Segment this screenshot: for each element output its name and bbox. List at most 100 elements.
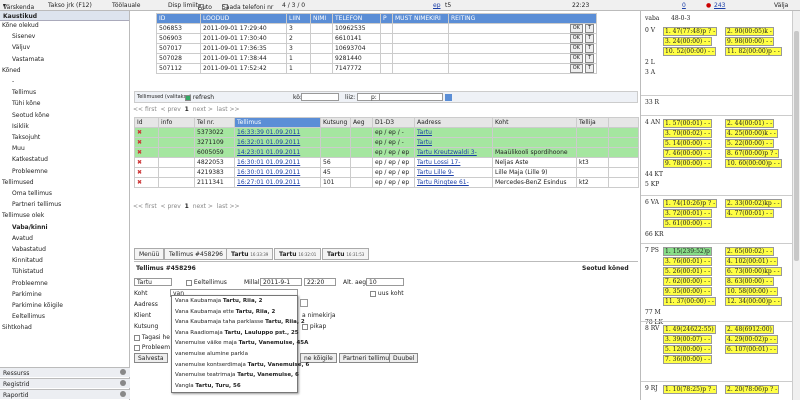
taxi-entry[interactable]: 11. 82(00:00)p - - (725, 47, 782, 56)
taxi-entry[interactable]: 2. 33(00:02)kp - - (725, 199, 782, 208)
sidebar-item[interactable]: Probleemne (12, 280, 48, 287)
pickup-checkbox[interactable]: pikap (302, 323, 326, 330)
sidebar-item[interactable]: Tellimus (12, 89, 36, 96)
taxi-entry[interactable]: 4. 77(00:01) - - (725, 209, 775, 218)
sidebar-item[interactable]: Parkimine (12, 291, 42, 298)
orders-column-header[interactable]: Tel nr. (194, 117, 235, 128)
date-input[interactable]: 2011-9-1 (260, 278, 302, 286)
sidebar-item[interactable]: Eeltellimus (12, 313, 45, 320)
tab-order[interactable]: Tellimus #458296 (164, 248, 228, 260)
count-link[interactable]: 243 (714, 2, 725, 9)
address-link[interactable]: Tartu Ringtee 61- (414, 177, 493, 188)
taxi-entry[interactable]: 5. 12(00:00) - - (663, 345, 713, 354)
calls-column-header[interactable]: NIMI (310, 13, 333, 24)
taxi-entry[interactable]: 3. 70(00:02) - - (663, 129, 713, 138)
taxi-entry[interactable]: 2. 90(00:05)k - (725, 27, 774, 36)
orders-column-header[interactable]: Kutsung (320, 117, 351, 128)
scrollbar-thumb[interactable] (794, 31, 799, 261)
taxi-entry[interactable]: 1. 49(24622:55) (663, 325, 716, 334)
table-row[interactable]: ✖ 3271109 16:32:01 01.09.2011 ep / ep / - Ta… (134, 137, 639, 148)
taxi-entry[interactable]: 2. 48(6912:00) (725, 325, 774, 334)
order-time-link[interactable]: 16:27:01 01.09.2011 (234, 177, 321, 188)
sidebar-item[interactable]: Muu (12, 145, 25, 152)
sidebar-item[interactable]: Tellimuse olek (2, 212, 44, 219)
taxi-entry[interactable]: 9. 78(00:00) - - (663, 159, 713, 168)
table-row[interactable]: 507028 2011-09-01 17:38:44 1 9281440 OK T (156, 53, 597, 64)
taxi-entry[interactable]: 5. 61(00:00) - - (663, 219, 713, 228)
sidebar-item[interactable]: Probleemne (12, 168, 48, 175)
address-link[interactable]: Tartu (414, 137, 493, 148)
table-row[interactable]: ✖ 5373022 16:33:39 01.09.2011 ep / ep / - Ta… (134, 127, 639, 138)
order-time-link[interactable]: 16:33:39 01.09.2011 (234, 127, 321, 138)
delete-icon[interactable]: ✖ (134, 127, 159, 138)
expand-icon[interactable] (120, 391, 126, 397)
pager-next[interactable]: next > (193, 203, 213, 210)
autocomplete-option[interactable]: Vana Raadiomaja Tartu, Lauluppo pst., 25 (175, 330, 299, 336)
duplicate-button[interactable]: Duubel (389, 353, 419, 363)
delete-icon[interactable]: ✖ (134, 157, 159, 168)
expand-icon[interactable] (120, 380, 126, 386)
pager-first[interactable]: << first (133, 203, 157, 210)
taxi-entry[interactable]: 11. 37(00:00) - - (663, 297, 716, 306)
pager-prev[interactable]: < prev (161, 203, 181, 210)
sidebar-item[interactable]: Taksojuht (12, 134, 40, 141)
calls-column-header[interactable]: REITING (448, 13, 597, 24)
orders-column-header[interactable]: Tellija (576, 117, 609, 128)
refresh-dropdown[interactable]: Värskenda ▾ (3, 2, 34, 11)
taxi-entry[interactable]: 3. 24(00:00) - - (663, 37, 713, 46)
taxi-entry[interactable]: 7. 36(00:00) - - (663, 355, 713, 364)
ok-button[interactable]: OK (569, 64, 583, 73)
t-button[interactable]: T (584, 24, 594, 33)
sidebar-item[interactable]: Avatud (12, 235, 33, 242)
sidebar-item[interactable]: Kõne olekud (2, 22, 39, 29)
taxi-entry[interactable]: 9. 98(00:00) - - (725, 37, 775, 46)
sidebar-item[interactable]: Vastamata (12, 56, 44, 63)
save-button[interactable]: Salvesta (134, 353, 168, 363)
sidebar-footer-resources[interactable]: Ressurss (0, 367, 130, 377)
ep-link[interactable]: ep (433, 2, 441, 9)
count-zero-link[interactable]: 0 (682, 2, 686, 9)
problem-checkbox[interactable]: Probleem (134, 344, 170, 351)
t-button[interactable]: T (584, 34, 594, 43)
sidebar-item[interactable]: Tühistatud (12, 268, 43, 275)
filter-calendar-icon[interactable] (445, 94, 452, 101)
table-row[interactable]: ✖ 4219383 16:30:01 01.09.2011 45 ep / ep / e… (134, 167, 639, 178)
orders-column-header[interactable]: Tellimus (234, 117, 321, 128)
ok-button[interactable]: OK (569, 34, 583, 43)
sidebar-item[interactable]: Vaba/kinni (12, 224, 48, 231)
sidebar-item[interactable]: Oma tellimus (12, 190, 52, 197)
p-input[interactable] (379, 93, 443, 101)
order-time-link[interactable]: 16:30:01 01.09.2011 (234, 157, 321, 168)
taxi-entry[interactable]: 3. 72(00:01) - - (663, 209, 713, 218)
taxi-rates-button[interactable]: Takso jrk (F12) (48, 2, 92, 9)
ok-button[interactable]: OK (569, 44, 583, 53)
taxi-entry[interactable]: 9. 35(00:00) - - (663, 287, 713, 296)
sidebar-item[interactable]: Partneri tellimus (12, 201, 61, 208)
page-scrollbar[interactable] (792, 11, 800, 400)
sidebar-item[interactable]: Isiklik (12, 123, 29, 130)
sidebar-item[interactable]: Katkestatud (12, 156, 48, 163)
delete-icon[interactable]: ✖ (134, 147, 159, 158)
taxi-entry[interactable]: 1. 15(239:52)p (663, 247, 712, 256)
taxi-entry[interactable]: 4. 25(00:00)k - - (725, 129, 778, 138)
ok-button[interactable]: OK (569, 24, 583, 33)
pager-last[interactable]: last >> (217, 106, 240, 113)
taxi-entry[interactable]: 10. 52(00:00) - - (663, 47, 716, 56)
orders-column-header[interactable]: Aeg (350, 117, 373, 128)
taxi-entry[interactable]: 1. 10(78:25)p ? - (663, 385, 718, 394)
partner-order-button[interactable]: Partneri tellimus (339, 353, 397, 363)
tab-tartu-3[interactable]: Tartu 16:31:53 (322, 248, 370, 260)
taxi-entry[interactable]: 4. 29(00:02)p - - (725, 335, 778, 344)
table-row[interactable]: ✖ 6005059 14:23:01 01.09.2011 ep / ep / ep T… (134, 147, 639, 158)
autocomplete-option[interactable]: Vana Kaubamaja taha parklasse Tartu, Rii… (175, 319, 305, 325)
new-place-checkbox[interactable]: uus koht (370, 290, 404, 297)
disp-limit-button[interactable]: Disp limiit (168, 2, 198, 9)
taxi-entry[interactable]: 2. 44(00:01) - - (725, 119, 775, 128)
alert-icon[interactable]: ● (706, 2, 711, 9)
taxi-entry[interactable]: 6. 107(00:01) - - (725, 345, 778, 354)
orders-column-header[interactable]: D1-D3 (372, 117, 415, 128)
taxi-entry[interactable]: 6. 73(00:00)kp - - (725, 267, 782, 276)
alt-time-input[interactable]: 10 (366, 278, 404, 286)
calls-column-header[interactable]: LIIN (286, 13, 311, 24)
sidebar-item[interactable]: Kinnitatud (12, 257, 43, 264)
